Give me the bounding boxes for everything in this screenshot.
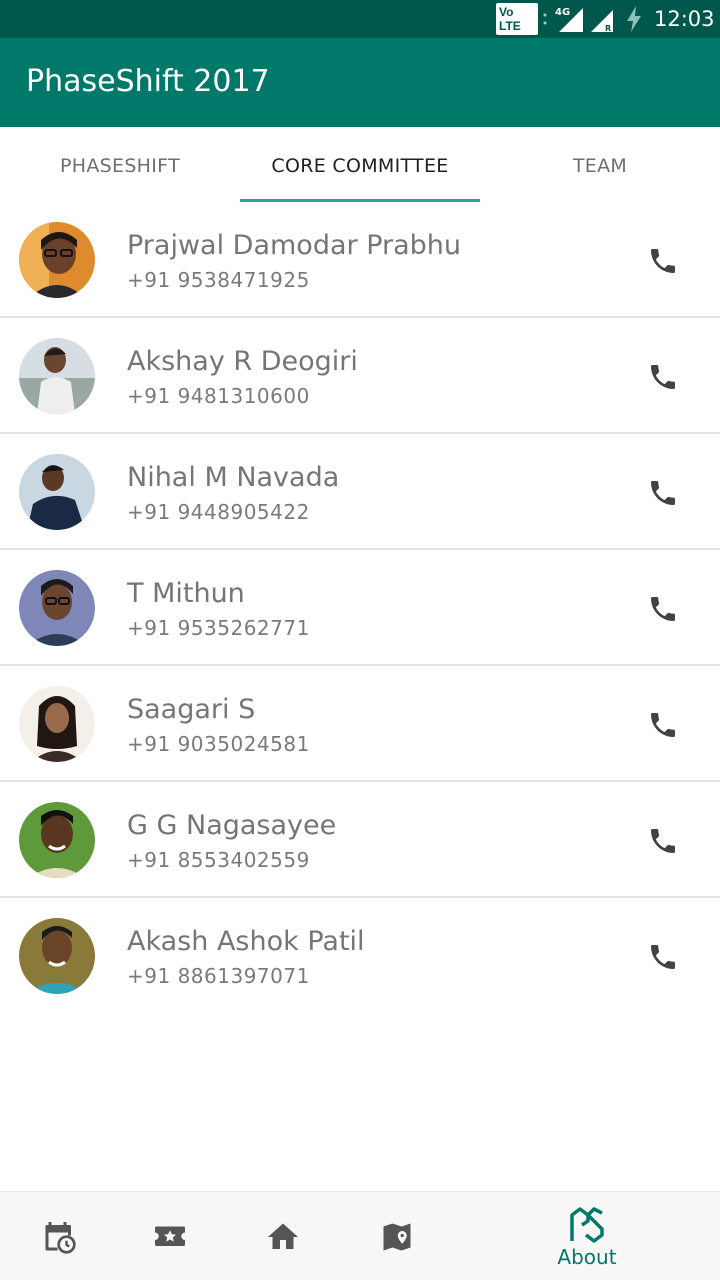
avatar: [19, 222, 95, 298]
contact-row[interactable]: Nihal M Navada +91 9448905422: [0, 434, 720, 550]
nav-events[interactable]: [145, 1192, 195, 1280]
contact-name: Nihal M Navada: [127, 462, 340, 493]
nav-home[interactable]: [258, 1192, 308, 1280]
data-activity-icon: [543, 0, 549, 38]
phone-icon: [651, 481, 675, 505]
contact-row[interactable]: G G Nagasayee +91 8553402559: [0, 782, 720, 898]
contact-row[interactable]: Saagari S +91 9035024581: [0, 666, 720, 782]
contact-name: G G Nagasayee: [127, 810, 337, 841]
call-button[interactable]: [638, 468, 688, 518]
contact-name: Akash Ashok Patil: [127, 926, 365, 957]
svg-text:R: R: [605, 24, 611, 33]
phone-icon: [651, 713, 675, 737]
contact-phone: +91 9035024581: [127, 732, 310, 756]
signal-roaming-icon: R: [589, 0, 615, 38]
map-pin-icon: [383, 1223, 411, 1250]
tab-bar: PHASESHIFT CORE COMMITTEE TEAM: [0, 127, 720, 204]
contact-row[interactable]: Prajwal Damodar Prabhu +91 9538471925: [0, 202, 720, 318]
contact-phone: +91 9448905422: [127, 500, 310, 524]
status-bar: Vo LTE 4G R 12:03: [0, 0, 720, 38]
bottom-navigation: About: [0, 1191, 720, 1280]
contact-row[interactable]: Akash Ashok Patil +91 8861397071: [0, 898, 720, 1014]
network-badge: Vo LTE: [496, 3, 538, 35]
phone-icon: [651, 829, 675, 853]
contact-name: Prajwal Damodar Prabhu: [127, 230, 462, 261]
phone-icon: [651, 365, 675, 389]
contact-phone: +91 8553402559: [127, 848, 310, 872]
contact-row[interactable]: Akshay R Deogiri +91 9481310600: [0, 318, 720, 434]
tab-team[interactable]: TEAM: [480, 127, 720, 204]
phone-icon: [651, 945, 675, 969]
contact-name: T Mithun: [127, 578, 245, 609]
nav-about-label: About: [557, 1244, 617, 1269]
avatar: [19, 338, 95, 414]
call-button[interactable]: [638, 236, 688, 286]
nav-schedule[interactable]: [34, 1192, 84, 1280]
nav-about[interactable]: About: [545, 1192, 629, 1280]
avatar: [19, 918, 95, 994]
battery-charging-icon: [624, 0, 644, 38]
contact-name: Akshay R Deogiri: [127, 346, 358, 377]
avatar: [19, 802, 95, 878]
ticket-star-icon: [155, 1226, 185, 1246]
contact-phone: +91 9538471925: [127, 268, 310, 292]
volte-icon: Vo LTE: [496, 0, 538, 38]
contact-phone: +91 8861397071: [127, 964, 310, 988]
call-button[interactable]: [638, 352, 688, 402]
phone-icon: [651, 249, 675, 273]
app-bar: PhaseShift 2017: [0, 38, 720, 127]
call-button[interactable]: [638, 816, 688, 866]
status-clock: 12:03: [654, 7, 715, 31]
home-icon: [268, 1223, 298, 1249]
contact-row[interactable]: T Mithun +91 9535262771: [0, 550, 720, 666]
contact-list: Prajwal Damodar Prabhu +91 9538471925 Ak…: [0, 202, 720, 1014]
contact-name: Saagari S: [127, 694, 256, 725]
tab-core-committee[interactable]: CORE COMMITTEE: [240, 127, 480, 204]
app-title: PhaseShift 2017: [26, 64, 270, 99]
call-button[interactable]: [638, 932, 688, 982]
tab-phaseshift[interactable]: PHASESHIFT: [0, 127, 240, 204]
signal-4g-icon: 4G: [555, 0, 585, 38]
phaseshift-logo-icon: [570, 1206, 604, 1243]
call-button[interactable]: [638, 700, 688, 750]
call-button[interactable]: [638, 584, 688, 634]
calendar-clock-icon: [45, 1221, 76, 1254]
avatar: [19, 570, 95, 646]
avatar: [19, 686, 95, 762]
contact-phone: +91 9535262771: [127, 616, 310, 640]
nav-map[interactable]: [372, 1192, 422, 1280]
phone-icon: [651, 597, 675, 621]
avatar: [19, 454, 95, 530]
network-type-label: 4G: [555, 7, 570, 18]
contact-phone: +91 9481310600: [127, 384, 310, 408]
